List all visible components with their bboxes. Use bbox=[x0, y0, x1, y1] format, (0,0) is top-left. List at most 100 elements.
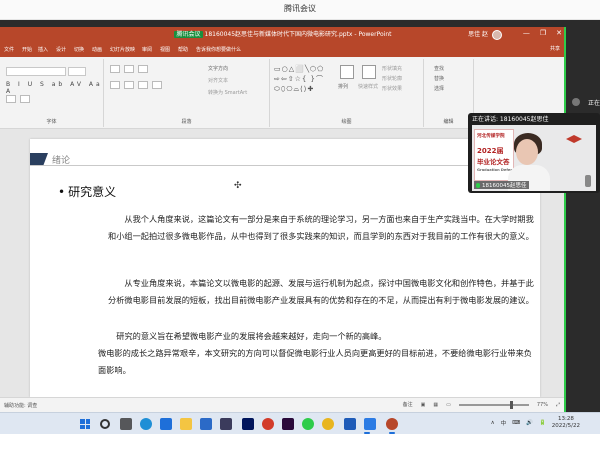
photoshop-icon[interactable] bbox=[242, 418, 254, 430]
ppt-status-bar: 辅助功能: 调查 备注 ▣ ▦ ▭ 77% ⤢ bbox=[0, 397, 564, 412]
mail-icon[interactable] bbox=[160, 418, 172, 430]
align-center-icon[interactable] bbox=[124, 81, 134, 89]
task-view-icon[interactable] bbox=[120, 418, 132, 430]
volume-icon[interactable]: 🔊 bbox=[526, 420, 533, 426]
netease-music-icon[interactable] bbox=[262, 418, 274, 430]
font-color-icon[interactable] bbox=[6, 95, 16, 103]
numbering-icon[interactable] bbox=[124, 65, 134, 73]
ppt-user-name[interactable]: 思佳 赵 bbox=[468, 29, 488, 38]
tab-slideshow[interactable]: 幻灯片放映 bbox=[110, 46, 135, 53]
select-button[interactable]: 选择 bbox=[434, 85, 444, 92]
chrome-icon[interactable] bbox=[322, 418, 334, 430]
shape-outline-button[interactable]: 形状轮廓 bbox=[382, 75, 402, 82]
tray-expand-icon[interactable]: ∧ bbox=[491, 420, 495, 426]
premiere-icon[interactable] bbox=[282, 418, 294, 430]
quick-styles-button[interactable]: 快速样式 bbox=[358, 83, 378, 90]
bullets-icon[interactable] bbox=[110, 65, 120, 73]
bottom-strip bbox=[0, 434, 600, 450]
paragraph-4[interactable]: 微电影的成长之路异常艰辛，本文研究的方向可以督促微电影行业人员向更高更好的目标前… bbox=[98, 345, 538, 378]
clock[interactable]: 13:28 2022/5/22 bbox=[552, 416, 580, 430]
tab-animations[interactable]: 动画 bbox=[92, 46, 102, 53]
paragraph-3[interactable]: 研究的意义旨在希望微电影产业的发展将会越来越好，走向一个新的高峰。 bbox=[104, 328, 536, 345]
wechat-icon[interactable] bbox=[302, 418, 314, 430]
media-player-icon[interactable] bbox=[220, 418, 232, 430]
highlight-icon[interactable] bbox=[20, 95, 30, 103]
restore-icon[interactable]: ❐ bbox=[540, 29, 546, 37]
close-icon[interactable]: ✕ bbox=[556, 29, 562, 37]
smartart-button[interactable]: 转换为 SmartArt bbox=[208, 89, 247, 96]
shape-fill-button[interactable]: 形状填充 bbox=[382, 65, 402, 72]
shape-effects-button[interactable]: 形状效果 bbox=[382, 85, 402, 92]
edge-browser-icon[interactable] bbox=[140, 418, 152, 430]
accessibility-status[interactable]: 辅助功能: 调查 bbox=[4, 402, 37, 409]
font-group-label: 字体 bbox=[46, 119, 57, 125]
find-button[interactable]: 查找 bbox=[434, 65, 444, 72]
clock-time: 13:28 bbox=[557, 416, 574, 422]
zoom-level[interactable]: 77% bbox=[537, 402, 548, 408]
quick-styles-icon[interactable] bbox=[362, 65, 376, 79]
participant-icon[interactable] bbox=[572, 98, 580, 106]
keyboard-icon[interactable]: ⌨ bbox=[512, 420, 520, 426]
powerpoint-window: 腾讯会议 18160045赵思佳与新媒体时代下国内微电影研究.pptx - Pow… bbox=[0, 27, 566, 412]
window-controls: — ❐ ✕ bbox=[523, 29, 562, 37]
reading-view-icon[interactable]: ▭ bbox=[446, 402, 451, 408]
poster-school: 河北传媒学院 bbox=[477, 134, 505, 139]
tab-help[interactable]: 帮助 bbox=[178, 46, 188, 53]
file-explorer-icon[interactable] bbox=[180, 418, 192, 430]
notes-button[interactable]: 备注 bbox=[403, 401, 413, 408]
font-size-select[interactable] bbox=[68, 67, 86, 76]
zoom-thumb[interactable] bbox=[510, 400, 514, 409]
mic-icon bbox=[476, 183, 480, 188]
sorter-view-icon[interactable]: ▦ bbox=[433, 402, 438, 408]
replace-button[interactable]: 替换 bbox=[434, 75, 444, 82]
shapes-gallery[interactable]: ▭○△⬜╲⬡⬠ ⇨⇦⇧☆{ }⌒ ⬭⬯⎔⌓⟨⟩✚ bbox=[274, 64, 334, 104]
battery-icon[interactable]: 🔋 bbox=[539, 420, 546, 426]
tab-view[interactable]: 视图 bbox=[160, 46, 170, 53]
font-name-select[interactable] bbox=[6, 67, 66, 76]
share-button[interactable]: 共享 bbox=[550, 45, 560, 52]
tab-transitions[interactable]: 切换 bbox=[74, 46, 84, 53]
ribbon-tabs: 文件 开始 插入 设计 切换 动画 幻灯片放映 审阅 视图 帮助 告诉我你想要做… bbox=[0, 43, 564, 57]
slide-canvas[interactable]: 绪论 ✣ • 研究意义 从我个人角度来说，这篇论文有一部分是来自于系统的理论学习，… bbox=[30, 139, 540, 397]
tencent-meeting-icon[interactable] bbox=[364, 418, 376, 430]
status-right: 备注 ▣ ▦ ▭ 77% ⤢ bbox=[403, 400, 560, 409]
align-text-button[interactable]: 对齐文本 bbox=[208, 77, 228, 84]
tab-home[interactable]: 开始 bbox=[22, 46, 32, 53]
search-icon[interactable] bbox=[100, 419, 110, 429]
tab-file[interactable]: 文件 bbox=[4, 46, 14, 53]
tab-design[interactable]: 设计 bbox=[56, 46, 66, 53]
header-divider bbox=[30, 165, 540, 166]
zoom-slider[interactable] bbox=[458, 400, 529, 409]
slide-heading[interactable]: • 研究意义 bbox=[58, 183, 116, 200]
tab-review[interactable]: 审阅 bbox=[142, 46, 152, 53]
word-icon[interactable] bbox=[344, 418, 356, 430]
user-avatar[interactable] bbox=[492, 30, 502, 40]
align-right-icon[interactable] bbox=[138, 81, 148, 89]
arrange-button[interactable]: 排列 bbox=[338, 83, 348, 90]
font-format-buttons[interactable]: B I U S ab AV Aa A bbox=[6, 81, 103, 95]
tab-insert[interactable]: 插入 bbox=[38, 46, 48, 53]
justify-icon[interactable] bbox=[152, 81, 162, 89]
arrange-icon[interactable] bbox=[340, 65, 354, 79]
store-icon[interactable] bbox=[200, 418, 212, 430]
clock-date: 2022/5/22 bbox=[551, 423, 580, 429]
paragraph-2[interactable]: 从专业角度来说，本篇论文以微电影的起源、发展与运行机制为起点，探讨中国微电影文化… bbox=[108, 275, 540, 308]
heading-text: 研究意义 bbox=[68, 185, 117, 199]
paragraph-1[interactable]: 从我个人角度来说，这篇论文有一部分是来自于系统的理论学习，另一方面也来自于生产实… bbox=[108, 211, 540, 244]
windows-start-icon[interactable] bbox=[80, 419, 90, 429]
drawing-group-label: 绘图 bbox=[341, 119, 352, 125]
align-left-icon[interactable] bbox=[110, 81, 120, 89]
side-scroll-handle[interactable] bbox=[585, 175, 591, 187]
fit-slide-icon[interactable]: ⤢ bbox=[556, 402, 560, 408]
graduation-cap-icon bbox=[566, 135, 582, 143]
speaker-video-card[interactable]: 正在讲话: 18160045赵思佳 河北传媒学院 2022届 毕业论文答 Gra… bbox=[468, 113, 600, 193]
text-direction-button[interactable]: 文字方向 bbox=[208, 65, 228, 72]
minimize-icon[interactable]: — bbox=[523, 29, 530, 37]
powerpoint-icon[interactable] bbox=[386, 418, 398, 430]
slide-header: 绪论 bbox=[30, 153, 540, 166]
normal-view-icon[interactable]: ▣ bbox=[421, 402, 426, 408]
tell-me-search[interactable]: 告诉我你想要做什么 bbox=[196, 46, 241, 53]
input-method[interactable]: 中 bbox=[501, 419, 507, 427]
paragraph-group: 文字方向 对齐文本 转换为 SmartArt 段落 bbox=[104, 59, 270, 127]
indent-icon[interactable] bbox=[138, 65, 148, 73]
